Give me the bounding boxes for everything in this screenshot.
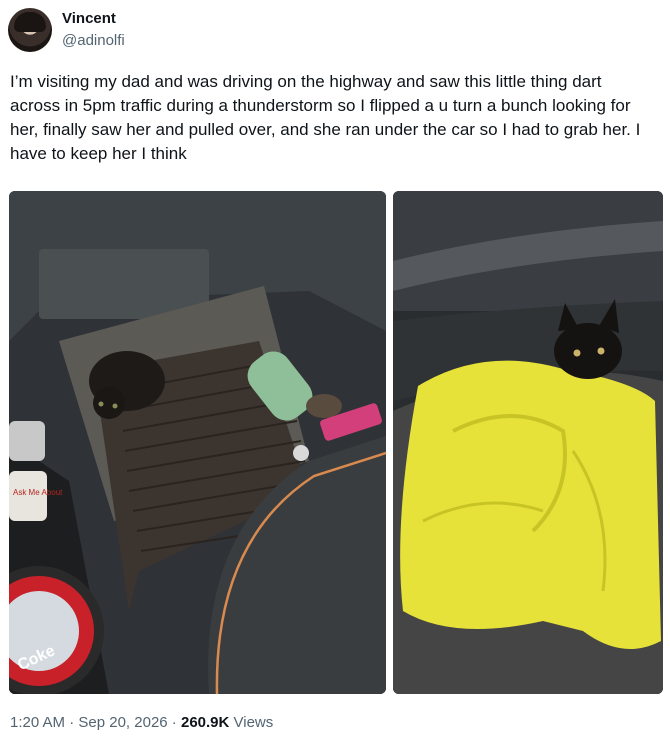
avatar-hair <box>14 12 46 32</box>
tweet-text: I’m visiting my dad and was driving on t… <box>10 72 641 163</box>
meta-separator: · <box>167 714 181 731</box>
views-label: Views <box>229 714 274 731</box>
meta-separator: · <box>65 714 79 731</box>
tweet-metadata: 1:20 AM · Sep 20, 2026 · 260.9K Views <box>10 714 273 731</box>
tweet: Vincent @adinolfi I’m visiting my dad an… <box>0 0 670 740</box>
avatar[interactable] <box>8 8 52 52</box>
photo-kitten-floor-drawing: Ask Me About Coke <box>9 191 386 694</box>
author-handle[interactable]: @adinolfi <box>62 32 125 49</box>
photo-label-text: Ask Me About <box>13 488 63 497</box>
views-count[interactable]: 260.9K <box>181 714 229 731</box>
photo-kitten-floor[interactable]: Ask Me About Coke <box>9 191 386 694</box>
photo-kitten-towel-drawing <box>393 191 663 694</box>
tweet-date[interactable]: Sep 20, 2026 <box>78 714 167 731</box>
photo-kitten-towel[interactable] <box>393 191 663 694</box>
tweet-time[interactable]: 1:20 AM <box>10 714 65 731</box>
author-display-name[interactable]: Vincent <box>62 10 116 27</box>
